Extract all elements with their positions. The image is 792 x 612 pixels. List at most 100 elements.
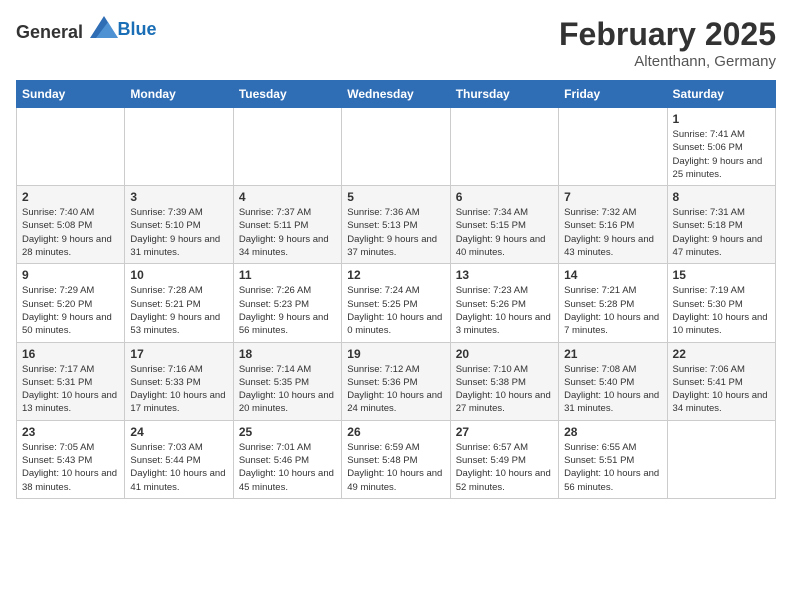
calendar-cell <box>233 108 341 186</box>
day-number: 6 <box>456 190 553 204</box>
day-info: Sunrise: 7:39 AM Sunset: 5:10 PM Dayligh… <box>130 206 227 259</box>
calendar-cell: 24Sunrise: 7:03 AM Sunset: 5:44 PM Dayli… <box>125 420 233 498</box>
day-info: Sunrise: 7:34 AM Sunset: 5:15 PM Dayligh… <box>456 206 553 259</box>
calendar-cell: 7 Sunrise: 7:32 AM Sunset: 5:16 PM Daylig… <box>559 186 667 264</box>
day-info: Sunrise: 7:23 AM Sunset: 5:26 PM Dayligh… <box>456 284 553 337</box>
calendar-cell: 23 Sunrise: 7:05 AM Sunset: 5:43 PM Dayli… <box>17 420 125 498</box>
calendar-cell: 18 Sunrise: 7:14 AM Sunset: 5:35 PM Dayli… <box>233 342 341 420</box>
calendar-cell: 26Sunrise: 6:59 AM Sunset: 5:48 PM Dayli… <box>342 420 450 498</box>
logo-general: General <box>16 22 83 42</box>
calendar-cell: 20 Sunrise: 7:10 AM Sunset: 5:38 PM Dayli… <box>450 342 558 420</box>
day-number: 11 <box>239 268 336 282</box>
calendar-cell: 8 Sunrise: 7:31 AM Sunset: 5:18 PM Daylig… <box>667 186 775 264</box>
calendar-week-row: 1 Sunrise: 7:41 AM Sunset: 5:06 PM Daylig… <box>17 108 776 186</box>
calendar-cell: 22 Sunrise: 7:06 AM Sunset: 5:41 PM Dayli… <box>667 342 775 420</box>
day-number: 7 <box>564 190 661 204</box>
calendar-cell: 19Sunrise: 7:12 AM Sunset: 5:36 PM Dayli… <box>342 342 450 420</box>
day-info: Sunrise: 7:08 AM Sunset: 5:40 PM Dayligh… <box>564 363 661 416</box>
calendar-cell: 28 Sunrise: 6:55 AM Sunset: 5:51 PM Dayli… <box>559 420 667 498</box>
calendar-cell: 27 Sunrise: 6:57 AM Sunset: 5:49 PM Dayli… <box>450 420 558 498</box>
day-number: 18 <box>239 347 336 361</box>
title-block: February 2025 Altenthann, Germany <box>559 16 776 70</box>
calendar-cell: 5 Sunrise: 7:36 AM Sunset: 5:13 PM Daylig… <box>342 186 450 264</box>
day-info: Sunrise: 7:28 AM Sunset: 5:21 PM Dayligh… <box>130 284 227 337</box>
calendar-cell <box>559 108 667 186</box>
calendar-week-row: 23 Sunrise: 7:05 AM Sunset: 5:43 PM Dayli… <box>17 420 776 498</box>
day-number: 27 <box>456 425 553 439</box>
calendar-week-row: 9Sunrise: 7:29 AM Sunset: 5:20 PM Daylig… <box>17 264 776 342</box>
day-number: 23 <box>22 425 119 439</box>
day-number: 3 <box>130 190 227 204</box>
day-number: 28 <box>564 425 661 439</box>
weekday-header: Saturday <box>667 81 775 108</box>
calendar-cell: 3 Sunrise: 7:39 AM Sunset: 5:10 PM Daylig… <box>125 186 233 264</box>
logo-icon <box>90 16 118 38</box>
calendar-cell: 11Sunrise: 7:26 AM Sunset: 5:23 PM Dayli… <box>233 264 341 342</box>
day-number: 5 <box>347 190 444 204</box>
day-info: Sunrise: 7:31 AM Sunset: 5:18 PM Dayligh… <box>673 206 770 259</box>
day-info: Sunrise: 7:21 AM Sunset: 5:28 PM Dayligh… <box>564 284 661 337</box>
day-number: 19 <box>347 347 444 361</box>
calendar-week-row: 16Sunrise: 7:17 AM Sunset: 5:31 PM Dayli… <box>17 342 776 420</box>
day-info: Sunrise: 7:14 AM Sunset: 5:35 PM Dayligh… <box>239 363 336 416</box>
day-number: 4 <box>239 190 336 204</box>
calendar-cell: 15 Sunrise: 7:19 AM Sunset: 5:30 PM Dayli… <box>667 264 775 342</box>
day-number: 8 <box>673 190 770 204</box>
day-info: Sunrise: 7:24 AM Sunset: 5:25 PM Dayligh… <box>347 284 444 337</box>
day-number: 22 <box>673 347 770 361</box>
day-number: 25 <box>239 425 336 439</box>
day-info: Sunrise: 7:16 AM Sunset: 5:33 PM Dayligh… <box>130 363 227 416</box>
page-header: General Blue February 2025 Altenthann, G… <box>16 16 776 70</box>
day-number: 21 <box>564 347 661 361</box>
day-info: Sunrise: 7:32 AM Sunset: 5:16 PM Dayligh… <box>564 206 661 259</box>
calendar-cell: 21 Sunrise: 7:08 AM Sunset: 5:40 PM Dayli… <box>559 342 667 420</box>
day-info: Sunrise: 7:01 AM Sunset: 5:46 PM Dayligh… <box>239 441 336 494</box>
day-info: Sunrise: 7:05 AM Sunset: 5:43 PM Dayligh… <box>22 441 119 494</box>
calendar-cell <box>125 108 233 186</box>
calendar-cell: 12 Sunrise: 7:24 AM Sunset: 5:25 PM Dayli… <box>342 264 450 342</box>
location-subtitle: Altenthann, Germany <box>559 53 776 70</box>
day-number: 2 <box>22 190 119 204</box>
calendar-cell: 6 Sunrise: 7:34 AM Sunset: 5:15 PM Daylig… <box>450 186 558 264</box>
calendar-cell: 17 Sunrise: 7:16 AM Sunset: 5:33 PM Dayli… <box>125 342 233 420</box>
month-title: February 2025 <box>559 16 776 53</box>
day-number: 12 <box>347 268 444 282</box>
calendar-cell: 16Sunrise: 7:17 AM Sunset: 5:31 PM Dayli… <box>17 342 125 420</box>
day-info: Sunrise: 6:55 AM Sunset: 5:51 PM Dayligh… <box>564 441 661 494</box>
weekday-header: Thursday <box>450 81 558 108</box>
calendar-cell: 4Sunrise: 7:37 AM Sunset: 5:11 PM Daylig… <box>233 186 341 264</box>
day-number: 9 <box>22 268 119 282</box>
day-info: Sunrise: 7:10 AM Sunset: 5:38 PM Dayligh… <box>456 363 553 416</box>
day-number: 15 <box>673 268 770 282</box>
calendar-cell <box>17 108 125 186</box>
calendar-week-row: 2 Sunrise: 7:40 AM Sunset: 5:08 PM Daylig… <box>17 186 776 264</box>
weekday-header: Friday <box>559 81 667 108</box>
weekday-header: Tuesday <box>233 81 341 108</box>
weekday-header: Wednesday <box>342 81 450 108</box>
day-number: 20 <box>456 347 553 361</box>
day-number: 17 <box>130 347 227 361</box>
day-info: Sunrise: 7:03 AM Sunset: 5:44 PM Dayligh… <box>130 441 227 494</box>
calendar-cell: 9Sunrise: 7:29 AM Sunset: 5:20 PM Daylig… <box>17 264 125 342</box>
logo: General Blue <box>16 16 157 43</box>
calendar-cell: 14 Sunrise: 7:21 AM Sunset: 5:28 PM Dayli… <box>559 264 667 342</box>
day-info: Sunrise: 7:40 AM Sunset: 5:08 PM Dayligh… <box>22 206 119 259</box>
calendar-cell: 13Sunrise: 7:23 AM Sunset: 5:26 PM Dayli… <box>450 264 558 342</box>
day-number: 14 <box>564 268 661 282</box>
calendar-cell <box>667 420 775 498</box>
day-info: Sunrise: 7:06 AM Sunset: 5:41 PM Dayligh… <box>673 363 770 416</box>
calendar-cell: 2 Sunrise: 7:40 AM Sunset: 5:08 PM Daylig… <box>17 186 125 264</box>
logo-blue: Blue <box>118 19 157 39</box>
day-info: Sunrise: 6:59 AM Sunset: 5:48 PM Dayligh… <box>347 441 444 494</box>
calendar-cell <box>342 108 450 186</box>
day-number: 1 <box>673 112 770 126</box>
day-info: Sunrise: 7:41 AM Sunset: 5:06 PM Dayligh… <box>673 128 770 181</box>
calendar-cell: 10 Sunrise: 7:28 AM Sunset: 5:21 PM Dayli… <box>125 264 233 342</box>
day-number: 10 <box>130 268 227 282</box>
day-info: Sunrise: 7:19 AM Sunset: 5:30 PM Dayligh… <box>673 284 770 337</box>
weekday-header-row: SundayMondayTuesdayWednesdayThursdayFrid… <box>17 81 776 108</box>
day-info: Sunrise: 7:36 AM Sunset: 5:13 PM Dayligh… <box>347 206 444 259</box>
day-number: 16 <box>22 347 119 361</box>
day-info: Sunrise: 6:57 AM Sunset: 5:49 PM Dayligh… <box>456 441 553 494</box>
calendar-table: SundayMondayTuesdayWednesdayThursdayFrid… <box>16 80 776 499</box>
